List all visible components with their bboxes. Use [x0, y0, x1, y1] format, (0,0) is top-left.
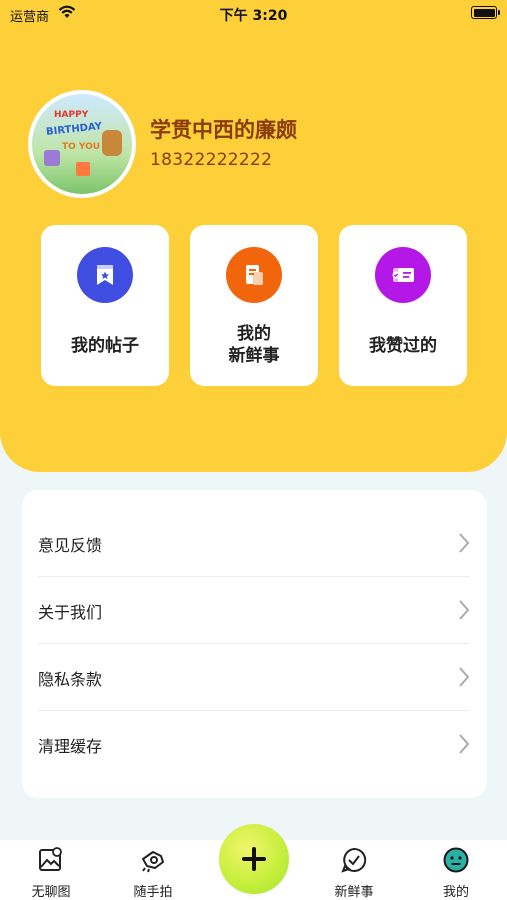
plus-icon [242, 847, 266, 871]
clock: 下午 3:20 [219, 8, 288, 24]
my-posts-label: 我的帖子 [71, 336, 139, 356]
my-news-label: 我的 新鲜事 [228, 324, 280, 366]
smiley-icon [443, 847, 469, 873]
my-news-card[interactable]: 我的 新鲜事 [190, 225, 318, 386]
quick-actions: 我的帖子 我的 新鲜事 我赞过的 [41, 225, 467, 386]
my-posts-card[interactable]: 我的帖子 [41, 225, 169, 386]
tab-boring-pics[interactable]: 无聊图 [11, 840, 91, 900]
chat-check-icon [341, 847, 367, 873]
avatar[interactable]: HAPPY BIRTHDAY TO YOU [28, 90, 136, 198]
tab-news[interactable]: 新鲜事 [314, 840, 394, 900]
camera-hand-icon [142, 851, 164, 873]
chevron-right-icon [459, 533, 470, 553]
menu-item-about[interactable]: 关于我们 [38, 577, 470, 644]
my-likes-label: 我赞过的 [369, 336, 437, 356]
menu-item-clear-cache[interactable]: 清理缓存 [38, 711, 470, 778]
battery-icon [471, 6, 500, 19]
menu-item-label: 关于我们 [38, 603, 103, 622]
bookmark-star-icon [77, 247, 133, 303]
chevron-right-icon [459, 600, 470, 620]
chevron-right-icon [459, 667, 470, 687]
my-likes-card[interactable]: 我赞过的 [339, 225, 467, 386]
tab-label: 无聊图 [31, 885, 71, 900]
username: 学贯中西的廉颇 [150, 118, 297, 142]
tab-mine[interactable]: 我的 [416, 840, 496, 900]
status-bar: 运营商 下午 3:20 [0, 0, 507, 28]
menu-item-label: 清理缓存 [38, 737, 103, 756]
tab-label: 新鲜事 [334, 885, 374, 900]
menu-item-label: 意见反馈 [38, 536, 103, 555]
phone-number: 18322222222 [150, 150, 273, 170]
avatar-image: HAPPY BIRTHDAY TO YOU [32, 94, 132, 194]
picture-icon [39, 847, 62, 871]
id-card-icon [375, 247, 431, 303]
tab-snapshot[interactable]: 随手拍 [113, 840, 193, 900]
settings-menu: 意见反馈 关于我们 隐私条款 清理缓存 [22, 490, 487, 798]
tab-label: 随手拍 [133, 885, 173, 900]
document-icon [226, 247, 282, 303]
menu-item-label: 隐私条款 [38, 670, 103, 689]
menu-item-feedback[interactable]: 意见反馈 [38, 510, 470, 577]
add-post-button[interactable] [219, 824, 289, 894]
tab-label: 我的 [442, 885, 469, 900]
chevron-right-icon [459, 734, 470, 754]
menu-item-privacy[interactable]: 隐私条款 [38, 644, 470, 711]
